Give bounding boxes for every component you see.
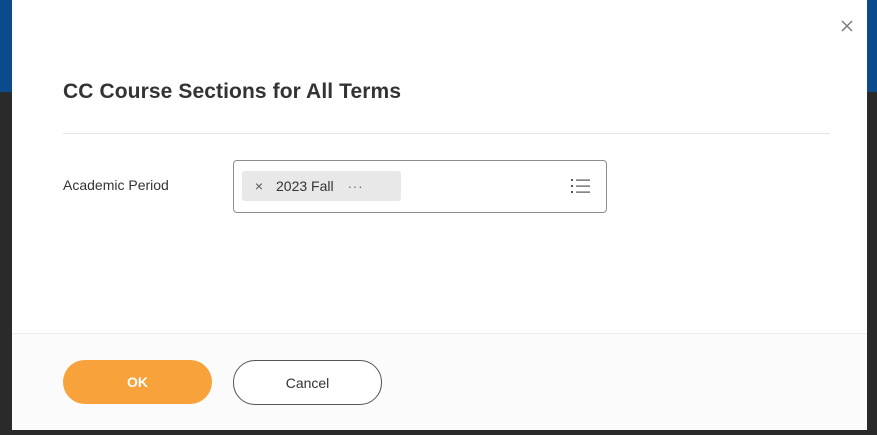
- selected-item-pill: × 2023 Fall ···: [242, 171, 401, 201]
- cancel-button[interactable]: Cancel: [233, 360, 382, 405]
- background-header-strip: [867, 0, 877, 92]
- ok-button[interactable]: OK: [63, 360, 212, 404]
- close-icon[interactable]: [835, 14, 859, 38]
- dialog-title: CC Course Sections for All Terms: [63, 80, 402, 103]
- background-header-strip: [0, 0, 12, 92]
- academic-period-prompt[interactable]: × 2023 Fall ···: [233, 160, 607, 213]
- close-icon-glyph: [841, 20, 853, 32]
- list-icon-glyph: [571, 179, 590, 193]
- dialog: CC Course Sections for All Terms Academi…: [12, 0, 867, 430]
- background-left: [0, 0, 12, 435]
- remove-item-icon[interactable]: ×: [248, 178, 270, 194]
- background-bottom: [0, 430, 877, 435]
- selected-item-value: 2023 Fall: [276, 178, 334, 194]
- related-actions-icon[interactable]: ···: [348, 179, 364, 194]
- background-right: [867, 0, 877, 435]
- title-divider: [63, 133, 830, 134]
- list-icon[interactable]: [570, 176, 592, 196]
- academic-period-label: Academic Period: [63, 177, 169, 193]
